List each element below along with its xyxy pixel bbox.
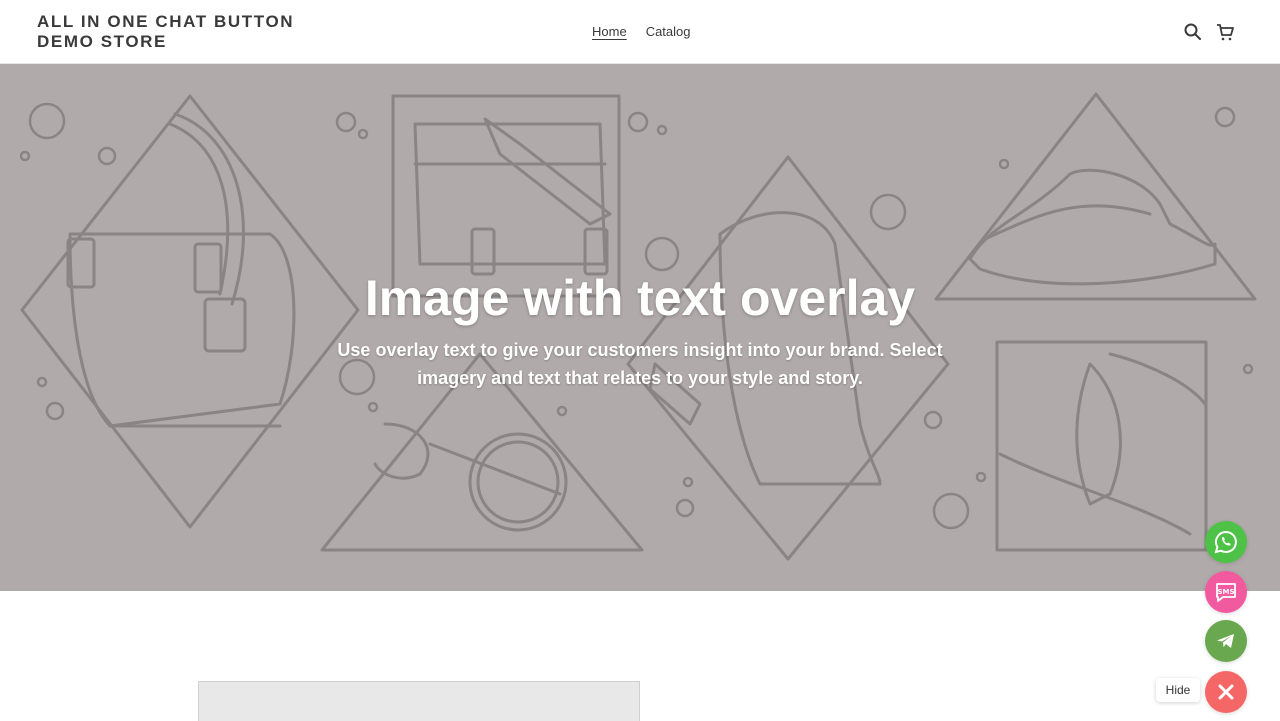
search-icon[interactable] [1183,22,1203,42]
store-logo[interactable]: ALL IN ONE CHAT BUTTON DEMO STORE [37,12,307,52]
sms-icon-label: SMS [1217,588,1234,596]
hero-subtitle: Use overlay text to give your customers … [337,340,943,388]
main-nav: Home Catalog [592,24,691,39]
hero-banner: Image with text overlay Use overlay text… [0,64,1280,591]
close-chat-button[interactable] [1205,671,1247,713]
hide-label[interactable]: Hide [1156,678,1200,702]
nav-home[interactable]: Home [592,24,627,39]
telegram-icon [1217,634,1234,648]
sms-button[interactable]: SMS [1205,571,1247,613]
sms-icon: SMS [1216,583,1236,602]
whatsapp-button[interactable] [1205,521,1247,563]
whatsapp-icon [1214,530,1237,554]
hero-title: Image with text overlay [364,270,916,326]
close-icon [1218,684,1234,700]
site-header: ALL IN ONE CHAT BUTTON DEMO STORE Home C… [0,0,1280,64]
telegram-button[interactable] [1205,620,1247,662]
product-image-placeholder [198,681,640,721]
nav-catalog[interactable]: Catalog [646,24,691,39]
cart-icon[interactable] [1215,22,1235,42]
